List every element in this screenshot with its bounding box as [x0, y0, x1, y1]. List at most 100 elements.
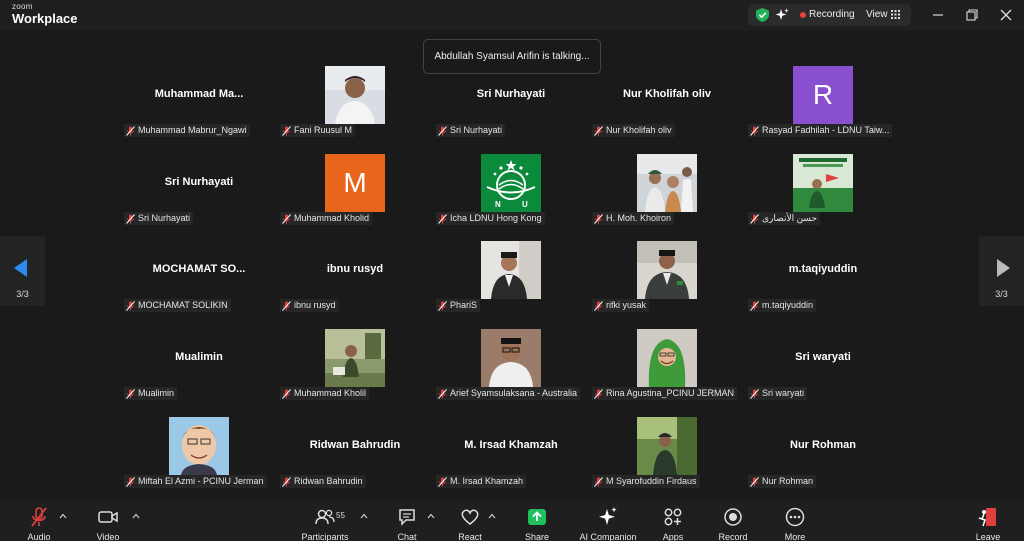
grid-view-icon[interactable]: [891, 10, 900, 19]
participant-label-text: Muhammad Mabrur_Ngawi: [138, 125, 247, 135]
muted-mic-icon: [438, 388, 447, 399]
chat-button[interactable]: Chat: [377, 504, 437, 541]
photo-green-poster: [793, 154, 853, 212]
participant-display-name: M. Irsad Khamzah: [464, 439, 558, 451]
share-button[interactable]: Share: [507, 504, 567, 541]
participant-name-label: H. Moh. Khoiron: [592, 212, 675, 225]
participant-label-text: Miftah El Azmi - PCINU Jerman: [138, 476, 264, 486]
muted-mic-icon: [126, 125, 135, 136]
participant-label-text: Sri Nurhayati: [138, 213, 191, 223]
participant-tile[interactable]: NU Icha LDNU Hong Kong: [435, 154, 587, 225]
muted-mic-icon: [438, 476, 447, 487]
share-label: Share: [524, 532, 550, 541]
security-shield-icon[interactable]: [756, 8, 769, 22]
participant-tile[interactable]: Arief Syamsulaksana - Australia: [435, 329, 587, 400]
react-button[interactable]: React: [440, 504, 500, 541]
record-button[interactable]: Record: [703, 504, 763, 541]
participant-display-name: Muhammad Ma...: [154, 88, 244, 100]
participant-tile[interactable]: Fani Ruusul M: [279, 66, 431, 137]
participant-tile[interactable]: Rina Agustina_PCINU JERMAN: [591, 329, 743, 400]
participant-tile[interactable]: M Muhammad Kholid: [279, 154, 431, 225]
minimize-icon[interactable]: [929, 6, 947, 24]
apps-button[interactable]: Apps: [643, 504, 703, 541]
video-camera-icon: [98, 511, 118, 523]
participant-label-text: M Syarofuddin Firdaus: [606, 476, 697, 486]
audio-button[interactable]: Audio: [9, 504, 69, 541]
participant-tile[interactable]: Nur Kholifah oliv Nur Kholifah oliv: [591, 66, 743, 137]
photo-man-peci: [481, 241, 541, 299]
video-button[interactable]: Video: [78, 504, 138, 541]
participant-label-text: ibnu rusyd: [294, 300, 336, 310]
participant-display-name: m.taqiyuddin: [788, 263, 858, 275]
chat-bubble-icon: [399, 509, 415, 526]
svg-text:N: N: [495, 200, 501, 209]
participant-label-text: Ridwan Bahrudin: [294, 476, 363, 486]
ai-companion-button[interactable]: AI Companion: [578, 504, 638, 541]
participant-name-label: Nur Rohman: [748, 475, 817, 488]
letter-avatar: M: [325, 154, 385, 212]
participant-name-label: حسن الأنصارى: [748, 212, 821, 225]
participant-tile[interactable]: m.taqiyuddin m.taqiyuddin: [747, 241, 899, 312]
participant-tile[interactable]: Sri waryati Sri waryati: [747, 329, 899, 400]
muted-mic-icon: [282, 213, 291, 224]
photo-group: [637, 154, 697, 212]
page-indicator-right: 3/3: [995, 289, 1008, 299]
recording-label[interactable]: Recording: [809, 9, 855, 20]
participants-options-chevron-icon[interactable]: [360, 513, 368, 519]
muted-mic-icon: [126, 476, 135, 487]
participant-tile[interactable]: Sri Nurhayati Sri Nurhayati: [123, 154, 275, 225]
close-icon[interactable]: [997, 6, 1015, 24]
photo-hijab: [637, 329, 697, 387]
restore-icon[interactable]: [963, 6, 981, 24]
participant-display-name: ibnu rusyd: [326, 263, 384, 275]
muted-mic-icon: [594, 476, 603, 487]
participants-button[interactable]: Participants: [295, 504, 355, 541]
participant-tile[interactable]: M Syarofuddin Firdaus: [591, 417, 743, 488]
participant-tile[interactable]: PhariS: [435, 241, 587, 312]
participant-label-text: Fani Ruusul M: [294, 125, 353, 135]
participant-tile[interactable]: Miftah El Azmi - PCINU Jerman: [123, 417, 275, 488]
app-brand: zoom Workplace: [12, 3, 78, 26]
participant-tile[interactable]: ibnu rusyd ibnu rusyd: [279, 241, 431, 312]
participant-tile[interactable]: R Rasyad Fadhilah - LDNU Taiw...: [747, 66, 899, 137]
participant-tile[interactable]: Mualimin Mualimin: [123, 329, 275, 400]
leave-label: Leave: [975, 532, 1001, 541]
audio-options-chevron-icon[interactable]: [59, 513, 67, 519]
participant-display-name: Sri Nurhayati: [164, 176, 234, 188]
recording-dot-icon: [800, 12, 806, 18]
participant-tile[interactable]: حسن الأنصارى: [747, 154, 899, 225]
more-button[interactable]: More: [765, 504, 825, 541]
participant-tile[interactable]: Nur Rohman Nur Rohman: [747, 417, 899, 488]
leave-button[interactable]: Leave: [958, 504, 1018, 541]
participant-tile[interactable]: MOCHAMAT SO... MOCHAMAT SOLIKIN: [123, 241, 275, 312]
next-page-button[interactable]: 3/3: [979, 236, 1024, 306]
participant-tile[interactable]: Ridwan Bahrudin Ridwan Bahrudin: [279, 417, 431, 488]
participant-name-label: Fani Ruusul M: [280, 124, 356, 137]
participant-display-name: Nur Kholifah oliv: [623, 88, 711, 100]
participant-tile[interactable]: Muhammad Kholil: [279, 329, 431, 400]
participant-label-text: حسن الأنصارى: [762, 213, 818, 223]
ai-sparkle-icon[interactable]: [775, 8, 789, 22]
participant-name-label: ibnu rusyd: [280, 299, 339, 312]
participant-tile[interactable]: H. Moh. Khoiron: [591, 154, 743, 225]
participant-name-label: Rasyad Fadhilah - LDNU Taiw...: [748, 124, 893, 137]
prev-page-button[interactable]: 3/3: [0, 236, 45, 306]
video-options-chevron-icon[interactable]: [132, 513, 140, 519]
view-button[interactable]: View: [866, 9, 888, 20]
brand-workplace: Workplace: [12, 11, 78, 26]
apps-icon: [664, 508, 682, 526]
participant-tile[interactable]: Muhammad Ma... Muhammad Mabrur_Ngawi: [123, 66, 275, 137]
participants-icon: [315, 509, 335, 525]
participant-tile[interactable]: Sri Nurhayati Sri Nurhayati: [435, 66, 587, 137]
participant-tile[interactable]: rifki yusak: [591, 241, 743, 312]
participant-display-name: Sri waryati: [795, 351, 851, 363]
chat-options-chevron-icon[interactable]: [427, 513, 435, 519]
participant-label-text: Muhammad Kholil: [294, 388, 367, 398]
participant-label-text: Rasyad Fadhilah - LDNU Taiw...: [762, 125, 890, 135]
heart-icon: [461, 509, 479, 525]
react-options-chevron-icon[interactable]: [488, 513, 496, 519]
participant-tile[interactable]: M. Irsad Khamzah M. Irsad Khamzah: [435, 417, 587, 488]
muted-mic-icon: [126, 300, 135, 311]
photo-man-glasses: [481, 329, 541, 387]
muted-mic-icon: [282, 300, 291, 311]
